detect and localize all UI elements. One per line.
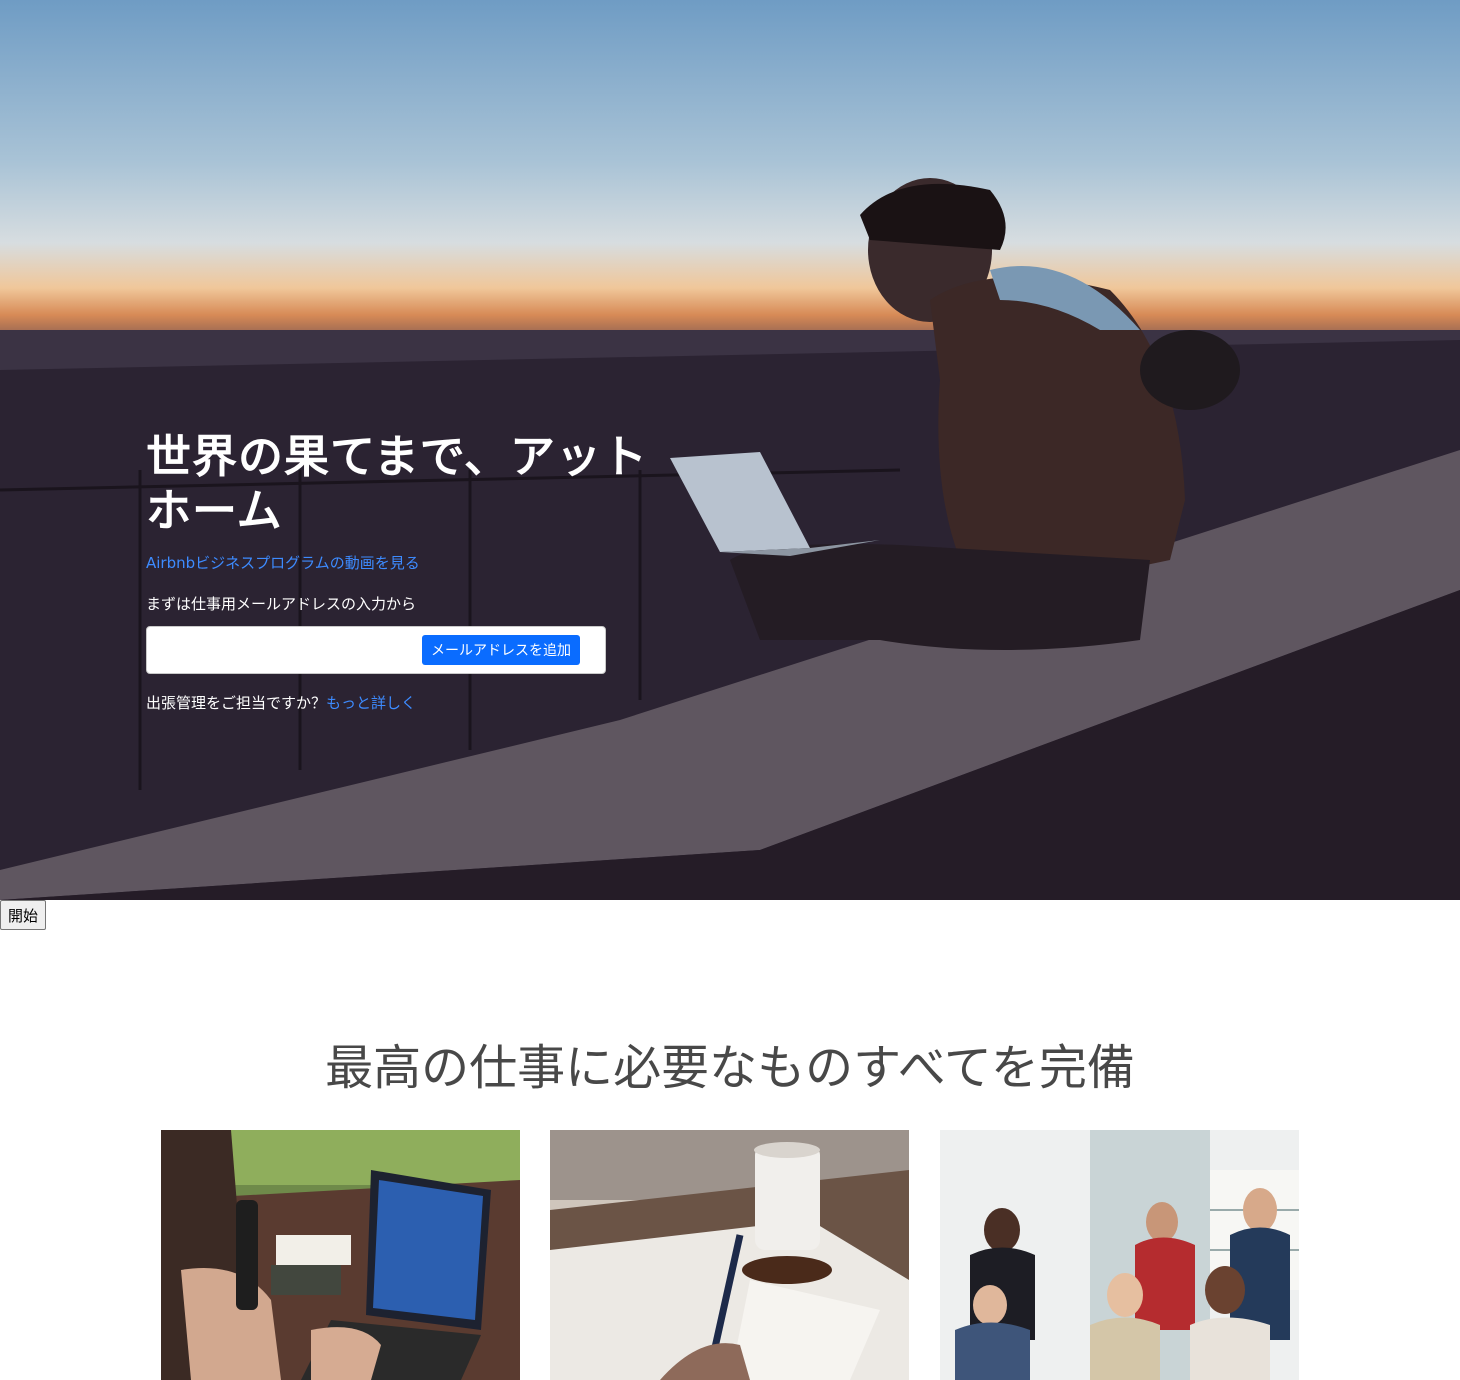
team-meeting-photo (940, 1130, 1299, 1380)
features-title: 最高の仕事に必要なものすべてを完備 (325, 1040, 1135, 1096)
travel-manager-prompt: 出張管理をご担当ですか？もっと詳しく (146, 692, 416, 713)
email-form: メールアドレスを追加 (146, 626, 606, 674)
hero-content: 世界の果てまで、アットホーム Airbnbビジネスプログラムの動画を見る まずは… (146, 430, 666, 712)
laptop-outdoors-photo (161, 1130, 520, 1380)
hero-title: 世界の果てまで、アットホーム (146, 430, 648, 537)
travel-manager-question: 出張管理をご担当ですか？ (146, 694, 327, 712)
watch-video-link[interactable]: Airbnbビジネスプログラムの動画を見る (146, 552, 420, 573)
feature-card-image-3 (940, 1130, 1299, 1380)
learn-more-link[interactable]: もっと詳しく (326, 694, 416, 712)
writing-notes-photo (550, 1130, 909, 1380)
work-email-input[interactable] (149, 629, 417, 669)
feature-card-image-2 (550, 1130, 909, 1380)
email-intro-text: まずは仕事用メールアドレスの入力から (146, 595, 417, 613)
add-email-button[interactable]: メールアドレスを追加 (422, 635, 580, 665)
feature-card-image-1 (161, 1130, 520, 1380)
hero-section: 世界の果てまで、アットホーム Airbnbビジネスプログラムの動画を見る まずは… (0, 0, 1460, 900)
start-button[interactable]: 開始 (0, 900, 47, 930)
